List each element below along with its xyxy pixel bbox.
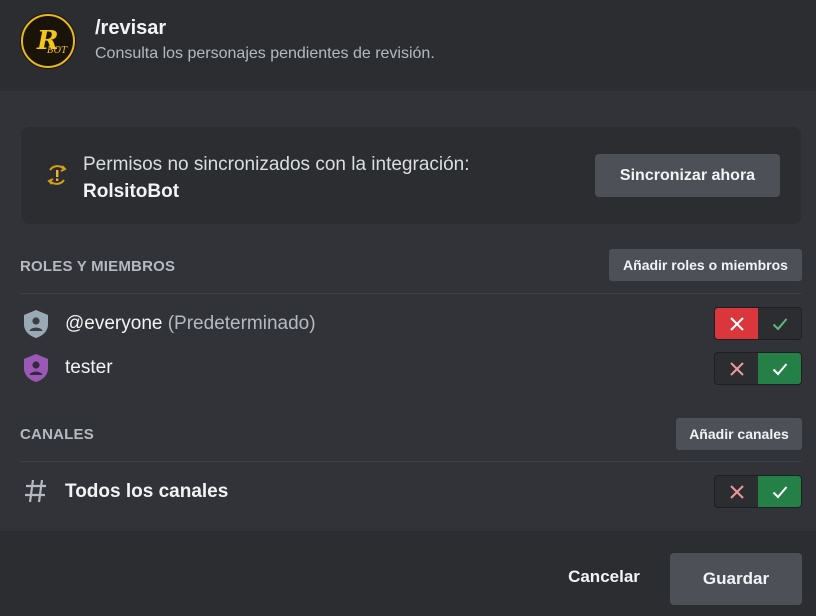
allow-button[interactable] [758,308,801,339]
roles-divider [20,293,801,294]
channels-section-title: CANALES [20,426,94,443]
permission-toggle-everyone [714,307,802,340]
channel-name-all: Todos los canales [65,481,229,502]
deny-button[interactable] [715,308,758,339]
save-button[interactable]: Guardar [670,553,802,605]
sync-message-text: Permisos no sincronizados con la integra… [83,154,470,175]
command-permissions-modal: R BOT /revisar Consulta los personajes p… [0,0,816,616]
add-roles-members-button[interactable]: Añadir roles o miembros [609,249,802,281]
permission-toggle-tester [714,352,802,385]
svg-text:BOT: BOT [46,46,68,56]
role-name-everyone: @everyone (Predeterminado) [65,313,316,335]
close-icon [729,361,744,376]
modal-header: R BOT /revisar Consulta los personajes p… [0,0,816,91]
command-name: /revisar [95,17,167,39]
deny-button[interactable] [715,476,758,507]
bot-avatar: R BOT [20,13,76,69]
sync-banner: Permisos no sincronizados con la integra… [21,127,801,224]
role-name-tester: tester [65,357,113,378]
rolsito-bot-logo-icon: R BOT [21,14,75,68]
sync-now-button[interactable]: Sincronizar ahora [595,154,780,197]
check-icon [772,317,787,330]
permission-toggle-all-channels [714,475,802,508]
command-description: Consulta los personajes pendientes de re… [95,45,435,62]
modal-footer: Cancelar Guardar [0,531,816,616]
close-icon [729,316,744,331]
check-icon [772,485,787,498]
check-icon [772,362,787,375]
allow-button[interactable] [758,476,801,507]
close-icon [729,484,744,499]
role-default-label: (Predeterminado) [167,313,316,334]
integration-name: RolsitoBot [83,181,180,202]
cancel-button[interactable]: Cancelar [560,553,648,601]
allow-button[interactable] [758,353,801,384]
role-shield-icon [24,354,48,382]
role-shield-icon [24,310,48,338]
channels-divider [20,461,801,462]
sync-message: Permisos no sincronizados con la integra… [83,151,470,205]
role-name: @everyone [65,313,163,334]
deny-button[interactable] [715,353,758,384]
roles-section-title: ROLES Y MIEMBROS [20,258,176,275]
hash-icon [25,479,46,503]
add-channels-button[interactable]: Añadir canales [676,418,802,450]
sync-warning-icon [47,165,67,185]
